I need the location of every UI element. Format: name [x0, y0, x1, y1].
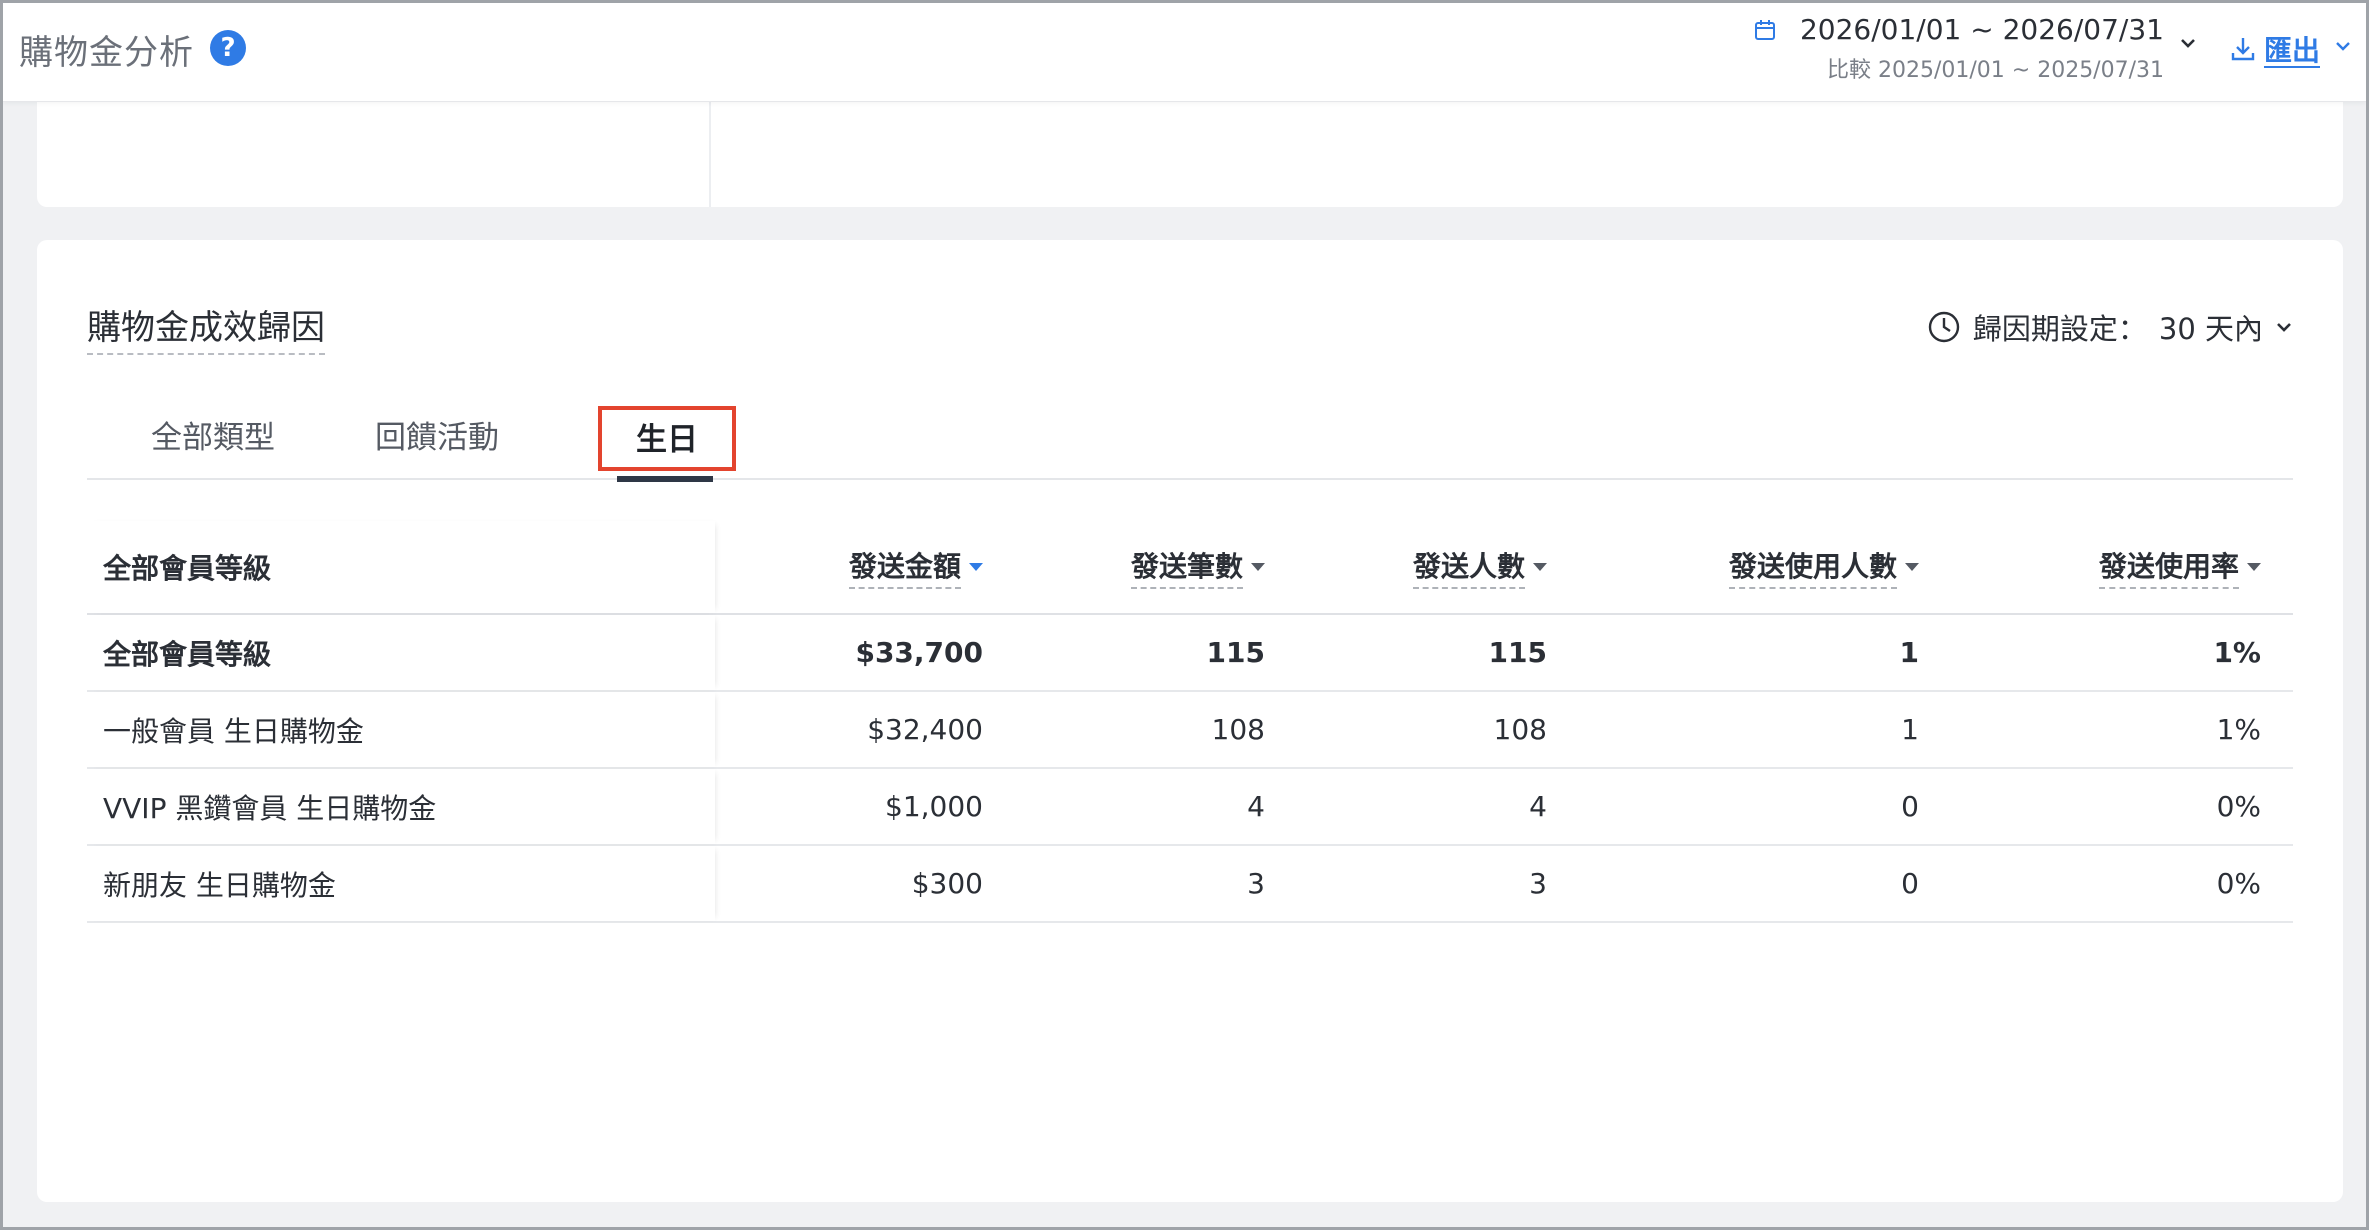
chevron-down-icon[interactable]	[2178, 33, 2198, 53]
top-bar: 購物金分析 ? 2026/01/01 ~ 2026/07/31 比較 2025/…	[3, 3, 2366, 102]
usage-rate-cell: 1%	[2213, 636, 2261, 669]
used-people-cell: 0	[1901, 867, 1919, 900]
date-range-text: 2026/01/01 ~ 2026/07/31	[1799, 13, 2164, 46]
table-row: 一般會員 生日購物金 $32,400 108 108 1 1%	[87, 692, 2293, 769]
sort-caret-icon	[1905, 563, 1919, 571]
sort-usage-rate[interactable]: 發送使用率	[2098, 521, 2261, 613]
date-range-picker[interactable]: 2026/01/01 ~ 2026/07/31 比較 2025/01/01 ~ …	[1754, 13, 2164, 84]
row-name: 一般會員 生日購物金	[87, 692, 715, 767]
chevron-down-icon	[2277, 323, 2291, 332]
compare-range-text: 比較 2025/01/01 ~ 2025/07/31	[1826, 58, 2164, 83]
sort-caret-icon	[1251, 563, 1265, 571]
tab-reward-campaign[interactable]: 回饋活動	[375, 412, 499, 457]
row-name: 新朋友 生日購物金	[87, 846, 715, 921]
row-name: VVIP 黑鑽會員 生日購物金	[87, 769, 715, 844]
send-amount-cell: $32,400	[867, 713, 983, 746]
column-header-label: 發送筆數	[1130, 545, 1243, 589]
usage-rate-cell: 1%	[2216, 713, 2261, 746]
section-title: 購物金成效歸因	[87, 300, 325, 355]
sort-caret-icon	[2247, 563, 2261, 571]
usage-rate-cell: 0%	[2216, 867, 2261, 900]
sort-caret-icon	[1533, 563, 1547, 571]
send-amount-cell: $1,000	[885, 790, 983, 823]
send-amount-cell: $300	[911, 867, 983, 900]
send-people-cell: 115	[1488, 636, 1547, 669]
attribution-period-selector[interactable]: 歸因期設定： 30 天內	[1927, 306, 2293, 348]
period-label: 歸因期設定：	[1972, 312, 2147, 346]
column-header-label: 發送使用率	[2098, 545, 2239, 589]
chevron-down-icon[interactable]	[2334, 37, 2352, 55]
tab-birthday[interactable]: 生日	[598, 406, 736, 471]
attribution-table: 全部會員等級 發送金額 發送筆數 發送人數 發送使用人數 發送使用率 全部會員等…	[87, 521, 2293, 923]
tab-bar: 全部類型 回饋活動 生日	[87, 390, 2293, 482]
send-count-cell: 4	[1247, 790, 1265, 823]
sort-send-count[interactable]: 發送筆數	[1130, 521, 1265, 613]
table-row: VVIP 黑鑽會員 生日購物金 $1,000 4 4 0 0%	[87, 769, 2293, 846]
send-count-cell: 108	[1211, 713, 1265, 746]
send-count-cell: 3	[1247, 867, 1265, 900]
column-header-label: 發送使用人數	[1728, 545, 1897, 589]
row-name: 全部會員等級	[87, 615, 715, 690]
member-tier-header[interactable]: 全部會員等級	[87, 521, 715, 613]
sort-caret-icon	[969, 563, 983, 571]
sort-used-people[interactable]: 發送使用人數	[1728, 521, 1919, 613]
clock-icon	[1928, 311, 1960, 343]
sort-send-amount[interactable]: 發送金額	[848, 521, 983, 613]
table-row: 全部會員等級 $33,700 115 115 1 1%	[87, 615, 2293, 692]
calendar-icon	[1754, 20, 1775, 40]
table-header-row: 全部會員等級 發送金額 發送筆數 發送人數 發送使用人數 發送使用率	[87, 521, 2293, 615]
question-circle-icon[interactable]: ?	[210, 30, 246, 66]
export-label: 匯出	[2263, 34, 2320, 67]
column-header-label: 發送人數	[1412, 545, 1525, 589]
send-people-cell: 3	[1529, 867, 1547, 900]
table-row: 新朋友 生日購物金 $300 3 3 0 0%	[87, 846, 2293, 923]
send-count-cell: 115	[1206, 636, 1265, 669]
used-people-cell: 0	[1901, 790, 1919, 823]
download-icon	[2231, 38, 2255, 61]
used-people-cell: 1	[1901, 713, 1919, 746]
column-header-label: 發送金額	[848, 545, 961, 589]
send-people-cell: 4	[1529, 790, 1547, 823]
sort-send-people[interactable]: 發送人數	[1412, 521, 1547, 613]
attribution-card: 購物金成效歸因 歸因期設定： 30 天內 全部類型 回饋活動 生日 全部會員等級…	[37, 240, 2343, 1202]
page-title: 購物金分析	[19, 33, 194, 73]
send-amount-cell: $33,700	[855, 636, 983, 669]
export-button[interactable]: 匯出	[2230, 29, 2320, 69]
used-people-cell: 1	[1899, 636, 1919, 669]
app-frame: 購物金分析 ? 2026/01/01 ~ 2026/07/31 比較 2025/…	[0, 0, 2369, 1230]
tab-all-types[interactable]: 全部類型	[151, 412, 275, 457]
active-tab-indicator	[617, 476, 713, 482]
usage-rate-cell: 0%	[2216, 790, 2261, 823]
period-value: 30 天內	[2158, 312, 2263, 346]
send-people-cell: 108	[1493, 713, 1547, 746]
